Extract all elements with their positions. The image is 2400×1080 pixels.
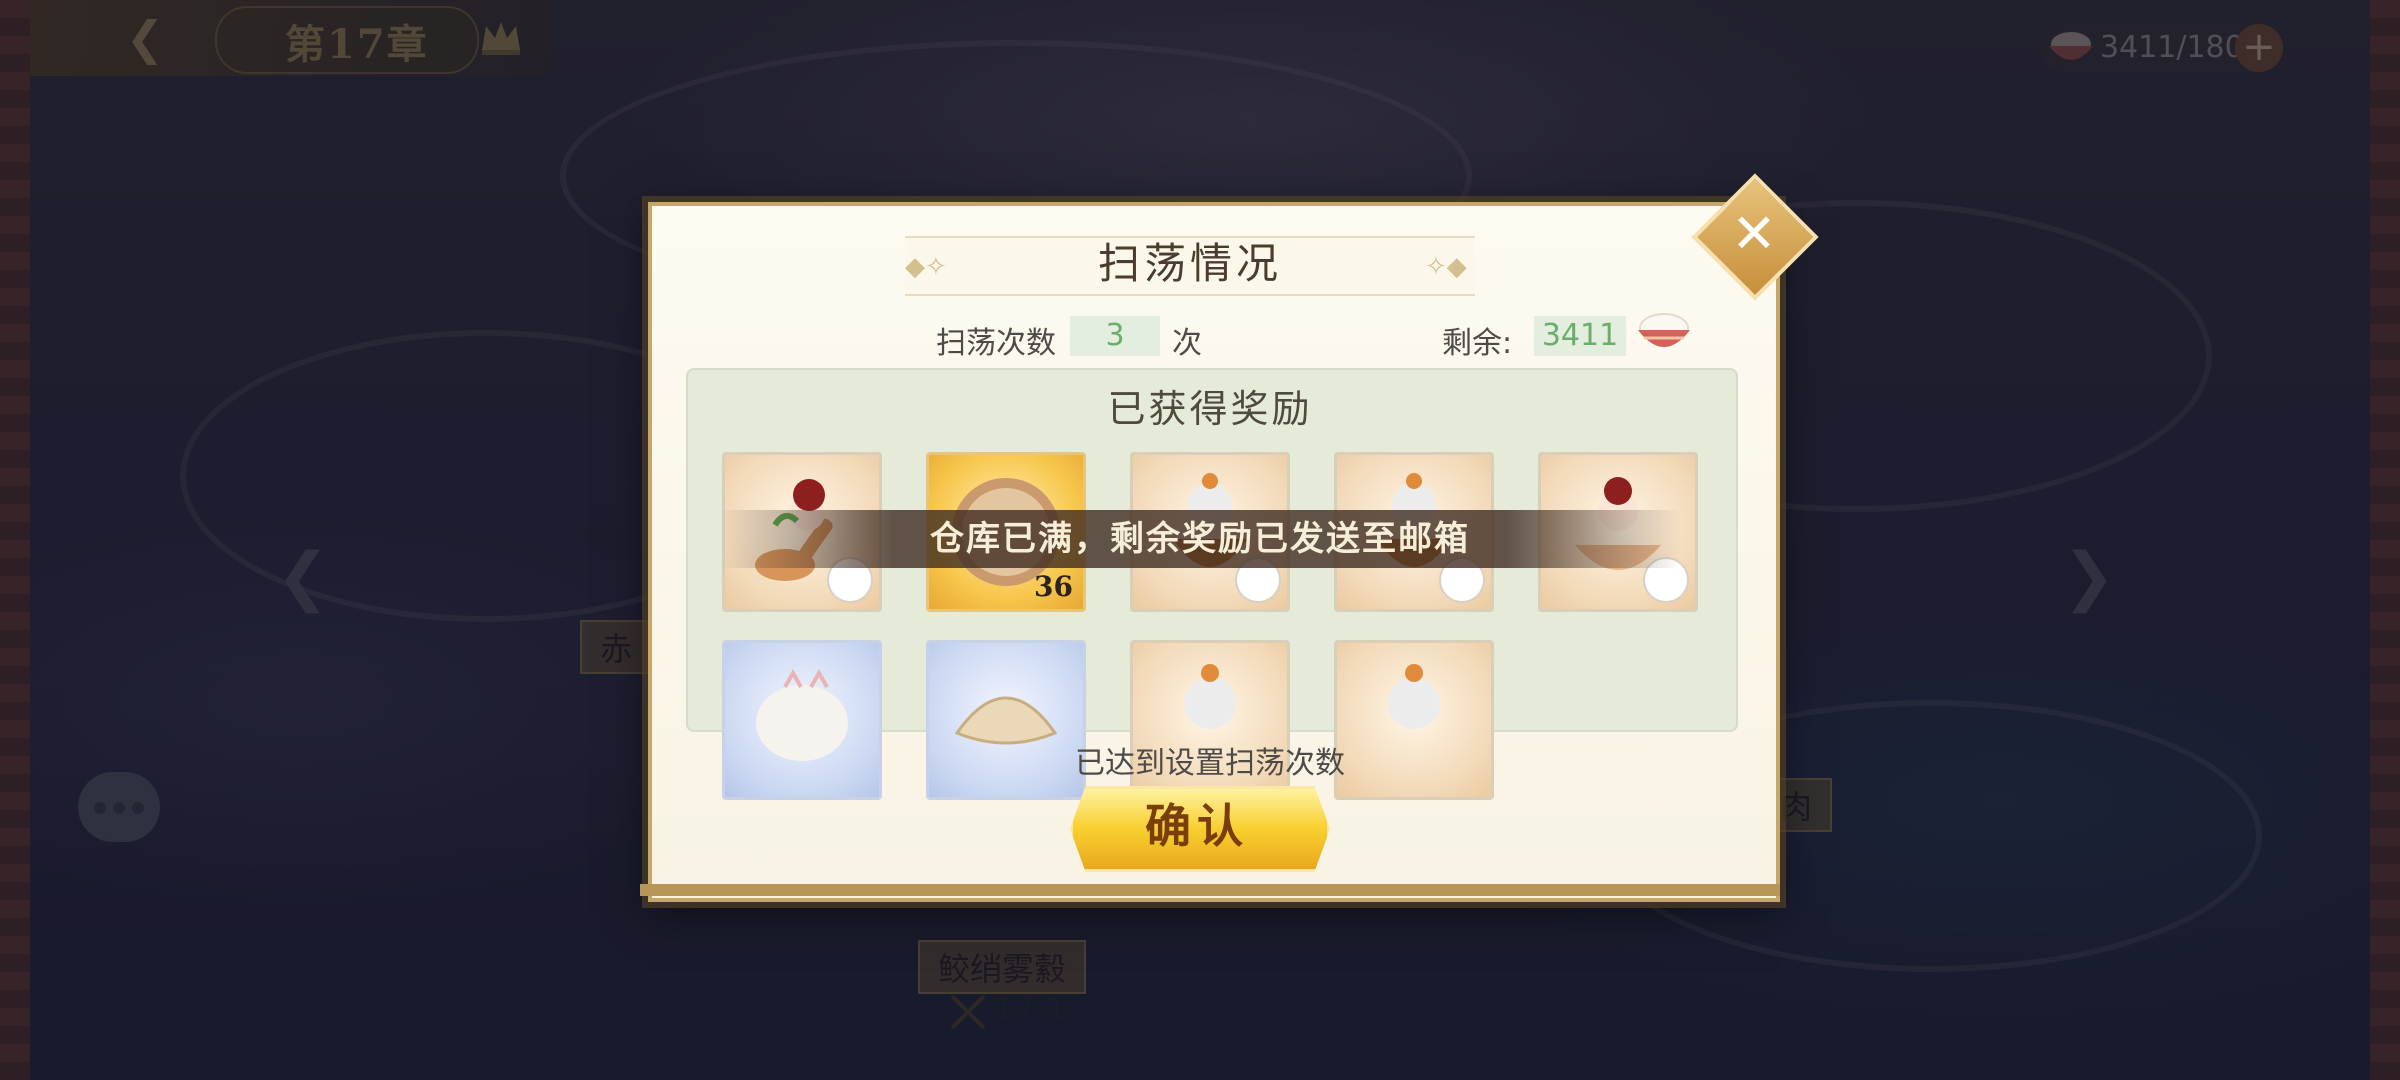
notice-text: 仓库已满，剩余奖励已发送至邮箱 [930, 519, 1470, 559]
status-text: 已达到设置扫荡次数 [1075, 746, 1345, 781]
remaining-label: 剩余: [1442, 326, 1513, 361]
confirm-button-label: 确认 [1145, 799, 1249, 853]
sweep-count-label: 扫荡次数 [936, 326, 1056, 361]
sweep-count-unit: 次 [1172, 326, 1202, 361]
dialog-bottom-edge [640, 884, 1780, 896]
rewards-heading: 已获得奖励 [1107, 387, 1313, 431]
sweep-count-value: 3 [1070, 316, 1160, 356]
rice-bowl-icon [1638, 313, 1690, 347]
remaining-value: 3411 [1534, 316, 1626, 356]
reward-count: 36 [1034, 570, 1073, 603]
dialog-title: 扫荡情况 [1097, 239, 1282, 288]
